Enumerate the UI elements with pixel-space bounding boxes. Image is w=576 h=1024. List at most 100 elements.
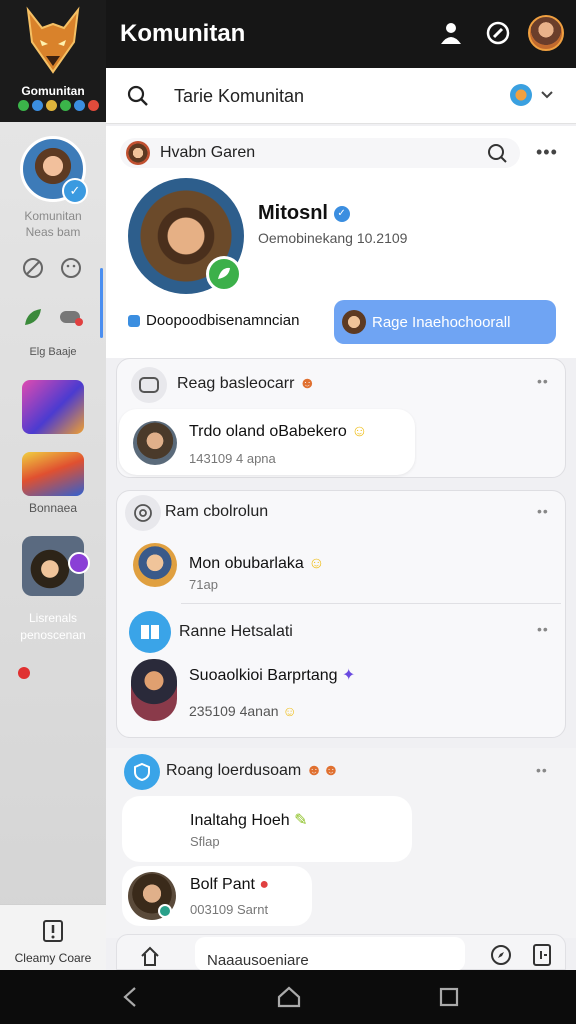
game-badge-icon (68, 552, 90, 574)
left-pill-label: Doopoodbisenamncian (146, 312, 300, 329)
system-nav-bar (0, 970, 576, 1024)
search-input[interactable]: Tarie Komunitan (174, 86, 304, 107)
more-options-icon[interactable]: •• (537, 621, 549, 637)
sidebar-game-label: Lisrenals (28, 611, 78, 625)
divider (181, 603, 561, 604)
message-avatar (131, 659, 177, 721)
check-badge-icon: ✓ (62, 178, 88, 204)
profile-name-text: Mitosnl (258, 202, 328, 224)
alert-icon: ● (259, 876, 270, 893)
pencil-icon: ✎ (294, 812, 308, 829)
group-title: Ram cbolrolun (165, 503, 269, 520)
more-options-icon[interactable]: •• (537, 373, 549, 389)
message-bubble[interactable]: Trdo oland oBabekero ☺ 143109 4 apna (119, 409, 415, 475)
message-bubble[interactable]: Inaltahg Hoeh ✎ Sflap (122, 796, 412, 862)
document-icon[interactable] (531, 943, 553, 967)
message-subtitle: 143109 4 apna (189, 451, 276, 466)
sidebar-icons-label: Elg Baaje (29, 346, 77, 358)
search-bar[interactable]: Tarie Komunitan (106, 68, 576, 124)
sidebar-active-indicator (100, 268, 103, 338)
user-icon[interactable] (436, 18, 466, 48)
message-input[interactable]: Naaausoeniare (195, 937, 465, 970)
bottom-composer: Naaausoeniare (116, 934, 566, 970)
shield-icon (124, 754, 160, 790)
edit-icon[interactable] (483, 18, 513, 48)
main-panel: Tarie Komunitan Hvabn Garen ••• Mitosnl … (106, 68, 576, 970)
page-title: Komunitan (120, 20, 246, 47)
target-icon (125, 495, 161, 531)
group-title-text: Reag basleocarr (177, 375, 295, 392)
more-options-icon[interactable]: •• (537, 503, 549, 519)
message-title: Suoaolkioi Barprtang ✦ (189, 665, 355, 685)
message-bubble[interactable]: Bolf Pant ● 003109 Sarnt (122, 866, 312, 926)
leaf-icon[interactable] (20, 304, 46, 330)
alert-dot-icon (18, 667, 30, 679)
sidebar-game-sublabel: penoscenan (20, 628, 86, 642)
game-tile-2[interactable] (22, 452, 84, 496)
emoji-icon[interactable] (58, 255, 84, 281)
message-subtitle: 235109 4anan ☺ (189, 703, 297, 719)
app-logo-label: Gomunitan (21, 84, 85, 98)
chat-icon (131, 367, 167, 403)
sidebar-profile-sublabel: Neas bam (25, 225, 81, 239)
sidebar-bottom-button[interactable]: Cleamy Coare (0, 904, 106, 970)
sidebar-profile-label: Komunitan (24, 209, 82, 223)
search-icon[interactable] (486, 142, 508, 164)
online-badge-icon (206, 256, 242, 292)
message-subtitle: Sflap (190, 834, 220, 849)
account-avatar[interactable] (528, 15, 564, 51)
right-pill-label: Rage Inaehochoorall (372, 314, 511, 331)
app-logo[interactable]: Gomunitan (0, 0, 106, 122)
group-title: Ranne Hetsalati (179, 623, 293, 640)
message-title-text: Mon obubarlaka (189, 555, 304, 572)
filter-avatar-icon[interactable] (510, 84, 532, 106)
search-icon[interactable] (126, 84, 150, 108)
game-tile-1[interactable] (22, 380, 84, 434)
message-input-placeholder: Naaausoeniare (207, 952, 309, 969)
fox-logo-icon (26, 6, 80, 74)
recents-icon[interactable] (434, 982, 464, 1012)
profile-row[interactable]: Hvabn Garen (120, 138, 520, 168)
group-card[interactable]: Reag basleocarr ☻ •• Trdo oland oBabeker… (116, 358, 566, 478)
message-title: Mon obubarlaka ☺ (189, 555, 325, 573)
profile-name: Mitosnl ✓ (258, 202, 350, 225)
right-pill-button[interactable]: Rage Inaehochoorall (334, 300, 556, 344)
message-title-text: Inaltahg Hoeh (190, 812, 290, 829)
message-avatar (133, 421, 177, 465)
emoji-icon: ☻ (298, 375, 316, 392)
compass-icon[interactable] (489, 943, 513, 967)
group-title-text: Roang loerdusoam (166, 762, 302, 779)
message-subtitle: 71ap (189, 577, 218, 592)
more-options-icon[interactable]: •• (536, 762, 548, 778)
gamepad-icon[interactable] (58, 304, 84, 330)
group-card[interactable]: Ram cbolrolun •• Mon obubarlaka ☺ 71ap R… (116, 490, 566, 738)
back-icon[interactable] (116, 982, 146, 1012)
book-icon (129, 611, 171, 653)
emoji-icon: ☻☻ (305, 762, 340, 779)
smile-icon: ☺ (282, 703, 297, 719)
message-subtitle-text: 235109 4anan (189, 703, 279, 719)
group-section[interactable]: Roang loerdusoam ☻☻ •• Inaltahg Hoeh ✎ S… (106, 748, 576, 938)
profile-subtitle: Oemobinekang 10.2109 (258, 230, 408, 246)
notice-icon (43, 920, 63, 942)
message-title: Trdo oland oBabekero ☺ (189, 423, 368, 441)
profile-header: Hvabn Garen ••• Mitosnl ✓ Oemobinekang 1… (106, 126, 576, 358)
message-title-text: Trdo oland oBabekero (189, 423, 347, 440)
group-title: Roang loerdusoam ☻☻ (166, 762, 339, 780)
sidebar-tile-label: Bonnaea (28, 501, 78, 515)
smile-icon: ☺ (308, 555, 325, 572)
mute-icon[interactable] (20, 255, 46, 281)
online-dot-icon (158, 904, 172, 918)
message-subtitle: 003109 Sarnt (190, 902, 269, 917)
verified-icon: ✓ (333, 205, 350, 222)
message-title-text: Suoaolkioi Barprtang (189, 667, 338, 684)
row-avatar (126, 141, 150, 165)
message-title-text: Bolf Pant (190, 876, 255, 893)
more-options-icon[interactable]: ••• (536, 142, 558, 163)
chevron-down-icon[interactable] (540, 90, 554, 100)
logo-dots (18, 100, 99, 111)
left-pill[interactable]: Doopoodbisenamncian (128, 312, 299, 329)
home-icon[interactable] (139, 945, 161, 967)
message-title: Bolf Pant ● (190, 876, 269, 894)
home-nav-icon[interactable] (274, 982, 304, 1012)
